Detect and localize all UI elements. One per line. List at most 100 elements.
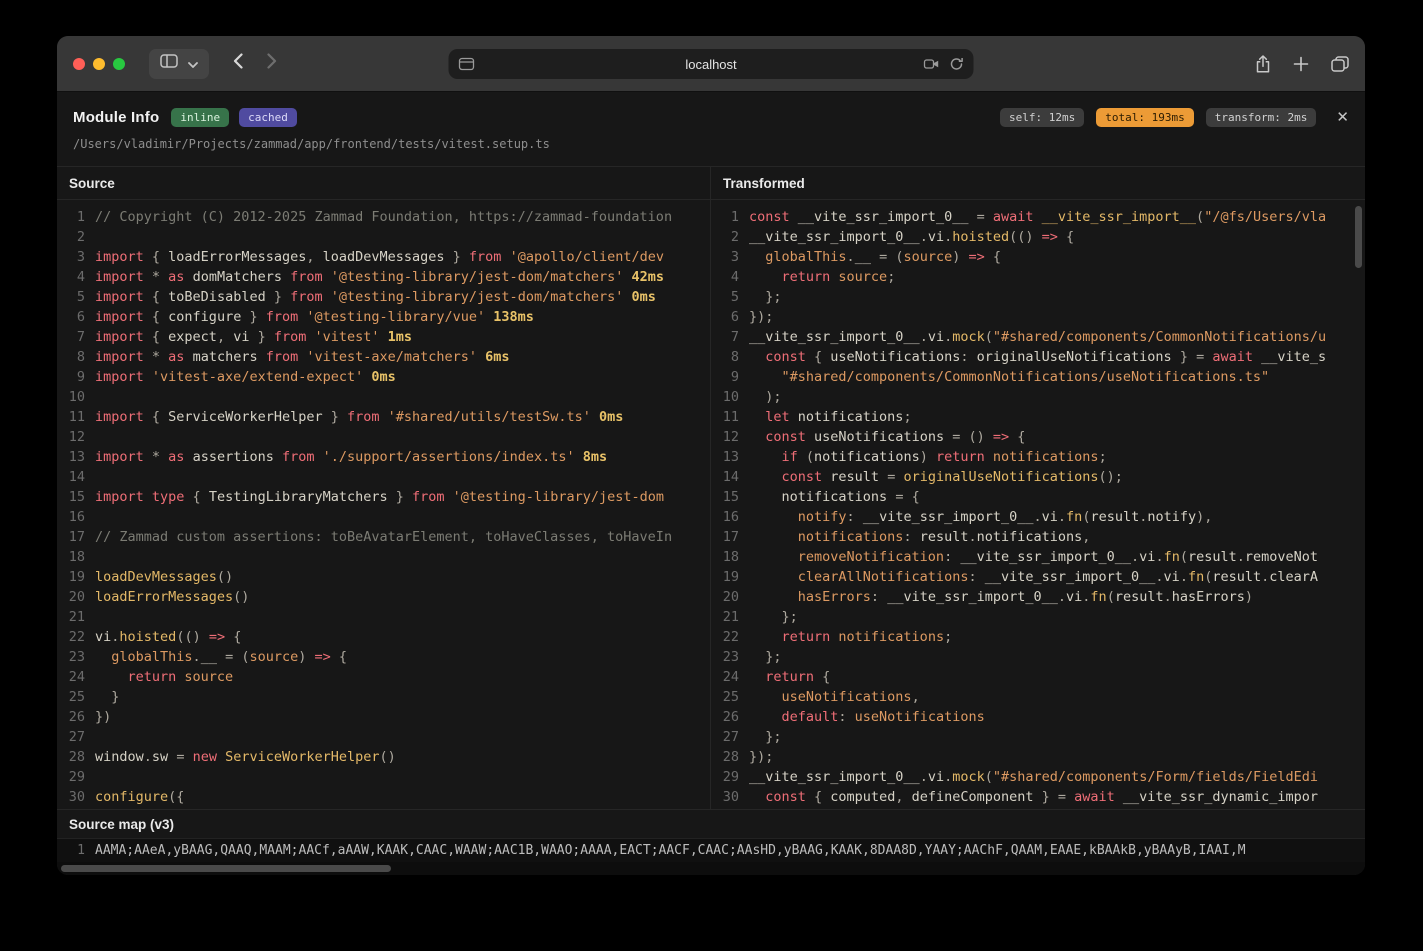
transformed-panel: Transformed 1const __vite_ssr_import_0__… — [711, 167, 1365, 809]
line-number: 18 — [57, 547, 85, 567]
line-number: 19 — [711, 567, 739, 587]
line-number: 12 — [57, 427, 85, 447]
code-line: 17// Zammad custom assertions: toBeAvata… — [57, 527, 710, 547]
window-zoom-button[interactable] — [113, 58, 125, 70]
code-line: 21 — [57, 607, 710, 627]
module-info-header: Module Info inline cached self: 12ms tot… — [57, 92, 1365, 166]
source-panel-title: Source — [57, 167, 710, 200]
line-number: 28 — [711, 747, 739, 767]
line-number: 18 — [711, 547, 739, 567]
back-button[interactable] — [225, 49, 251, 79]
code-line: 14 — [57, 467, 710, 487]
line-number: 3 — [711, 247, 739, 267]
code-line: 1const __vite_ssr_import_0__ = await __v… — [711, 207, 1365, 227]
code-line: 8import * as matchers from 'vitest-axe/m… — [57, 347, 710, 367]
code-line: 30 const { computed, defineComponent } =… — [711, 787, 1365, 807]
line-number: 25 — [711, 687, 739, 707]
vertical-scrollbar-thumb[interactable] — [1355, 206, 1362, 268]
source-code[interactable]: 1// Copyright (C) 2012-2025 Zammad Found… — [57, 200, 710, 809]
code-line: 9 "#shared/components/CommonNotification… — [711, 367, 1365, 387]
line-number: 12 — [711, 427, 739, 447]
line-number: 23 — [711, 647, 739, 667]
line-number: 4 — [711, 267, 739, 287]
line-number: 8 — [711, 347, 739, 367]
line-number: 6 — [57, 307, 85, 327]
code-line: 18 — [57, 547, 710, 567]
code-line: 5import { toBeDisabled } from '@testing-… — [57, 287, 710, 307]
code-line: 27 }; — [711, 727, 1365, 747]
line-number: 3 — [57, 247, 85, 267]
line-number: 5 — [57, 287, 85, 307]
source-panel: Source 1// Copyright (C) 2012-2025 Zamma… — [57, 167, 711, 809]
line-number: 30 — [57, 787, 85, 807]
browser-window: localhost Module Info — [57, 36, 1365, 875]
timing-transform-badge: transform: 2ms — [1206, 108, 1317, 127]
line-number: 2 — [711, 227, 739, 247]
line-number: 1 — [711, 207, 739, 227]
share-button[interactable] — [1255, 55, 1271, 73]
media-capture-icon[interactable] — [924, 58, 940, 70]
code-line: 26}) — [57, 707, 710, 727]
close-icon[interactable]: ✕ — [1336, 110, 1349, 125]
window-close-button[interactable] — [73, 58, 85, 70]
code-line: 30configure({ — [57, 787, 710, 807]
sidebar-toggle-button[interactable] — [149, 49, 209, 79]
code-line: 10 — [57, 387, 710, 407]
line-number: 27 — [711, 727, 739, 747]
window-minimize-button[interactable] — [93, 58, 105, 70]
line-number: 24 — [57, 667, 85, 687]
code-line: 7import { expect, vi } from 'vitest' 1ms — [57, 327, 710, 347]
line-number: 13 — [57, 447, 85, 467]
code-line: 11 let notifications; — [711, 407, 1365, 427]
code-line: 23 globalThis.__ = (source) => { — [57, 647, 710, 667]
code-line: 12 const useNotifications = () => { — [711, 427, 1365, 447]
new-tab-button[interactable] — [1293, 56, 1309, 72]
line-number: 9 — [57, 367, 85, 387]
code-panels: Source 1// Copyright (C) 2012-2025 Zamma… — [57, 166, 1365, 809]
line-number: 20 — [57, 587, 85, 607]
line-number: 13 — [711, 447, 739, 467]
line-number: 26 — [57, 707, 85, 727]
code-line: 10 ); — [711, 387, 1365, 407]
page-title: Module Info — [73, 109, 159, 126]
code-line: 23 }; — [711, 647, 1365, 667]
transformed-code[interactable]: 1const __vite_ssr_import_0__ = await __v… — [711, 200, 1365, 809]
code-line: 2 — [57, 227, 710, 247]
code-line: 13 if (notifications) return notificatio… — [711, 447, 1365, 467]
address-bar[interactable]: localhost — [449, 49, 974, 79]
code-line: 29 — [57, 767, 710, 787]
line-number: 2 — [57, 227, 85, 247]
transformed-panel-title: Transformed — [711, 167, 1365, 200]
timing-total-badge: total: 193ms — [1096, 108, 1193, 127]
code-line: 9import 'vitest-axe/extend-expect' 0ms — [57, 367, 710, 387]
tab-overview-button[interactable] — [1331, 56, 1349, 72]
line-number: 16 — [711, 507, 739, 527]
code-line: 2__vite_ssr_import_0__.vi.hoisted(() => … — [711, 227, 1365, 247]
horizontal-scrollbar-thumb[interactable] — [61, 865, 391, 872]
horizontal-scrollbar[interactable] — [57, 862, 1365, 875]
line-number: 15 — [57, 487, 85, 507]
page-settings-icon[interactable] — [459, 57, 475, 71]
reload-icon[interactable] — [950, 57, 964, 71]
code-line: 4 return source; — [711, 267, 1365, 287]
code-line: 1// Copyright (C) 2012-2025 Zammad Found… — [57, 207, 710, 227]
code-line: 7__vite_ssr_import_0__.vi.mock("#shared/… — [711, 327, 1365, 347]
line-number: 5 — [711, 287, 739, 307]
line-number: 14 — [711, 467, 739, 487]
sourcemap-code: 1AAMA;AAeA,yBAAG,QAAQ,MAAM;AACf,aAAW,KAA… — [57, 838, 1365, 862]
code-line: 11import { ServiceWorkerHelper } from '#… — [57, 407, 710, 427]
code-line: 3 globalThis.__ = (source) => { — [711, 247, 1365, 267]
code-line: 22 return notifications; — [711, 627, 1365, 647]
code-line: 25 useNotifications, — [711, 687, 1365, 707]
code-line: 17 notifications: result.notifications, — [711, 527, 1365, 547]
code-line: 27 — [57, 727, 710, 747]
timing-self-badge: self: 12ms — [1000, 108, 1084, 127]
line-number: 9 — [711, 367, 739, 387]
line-number: 4 — [57, 267, 85, 287]
code-line: 4import * as domMatchers from '@testing-… — [57, 267, 710, 287]
line-number: 29 — [57, 767, 85, 787]
module-path: /Users/vladimir/Projects/zammad/app/fron… — [73, 137, 1349, 151]
sidebar-icon — [160, 54, 178, 73]
line-number: 17 — [57, 527, 85, 547]
forward-button[interactable] — [259, 49, 285, 79]
